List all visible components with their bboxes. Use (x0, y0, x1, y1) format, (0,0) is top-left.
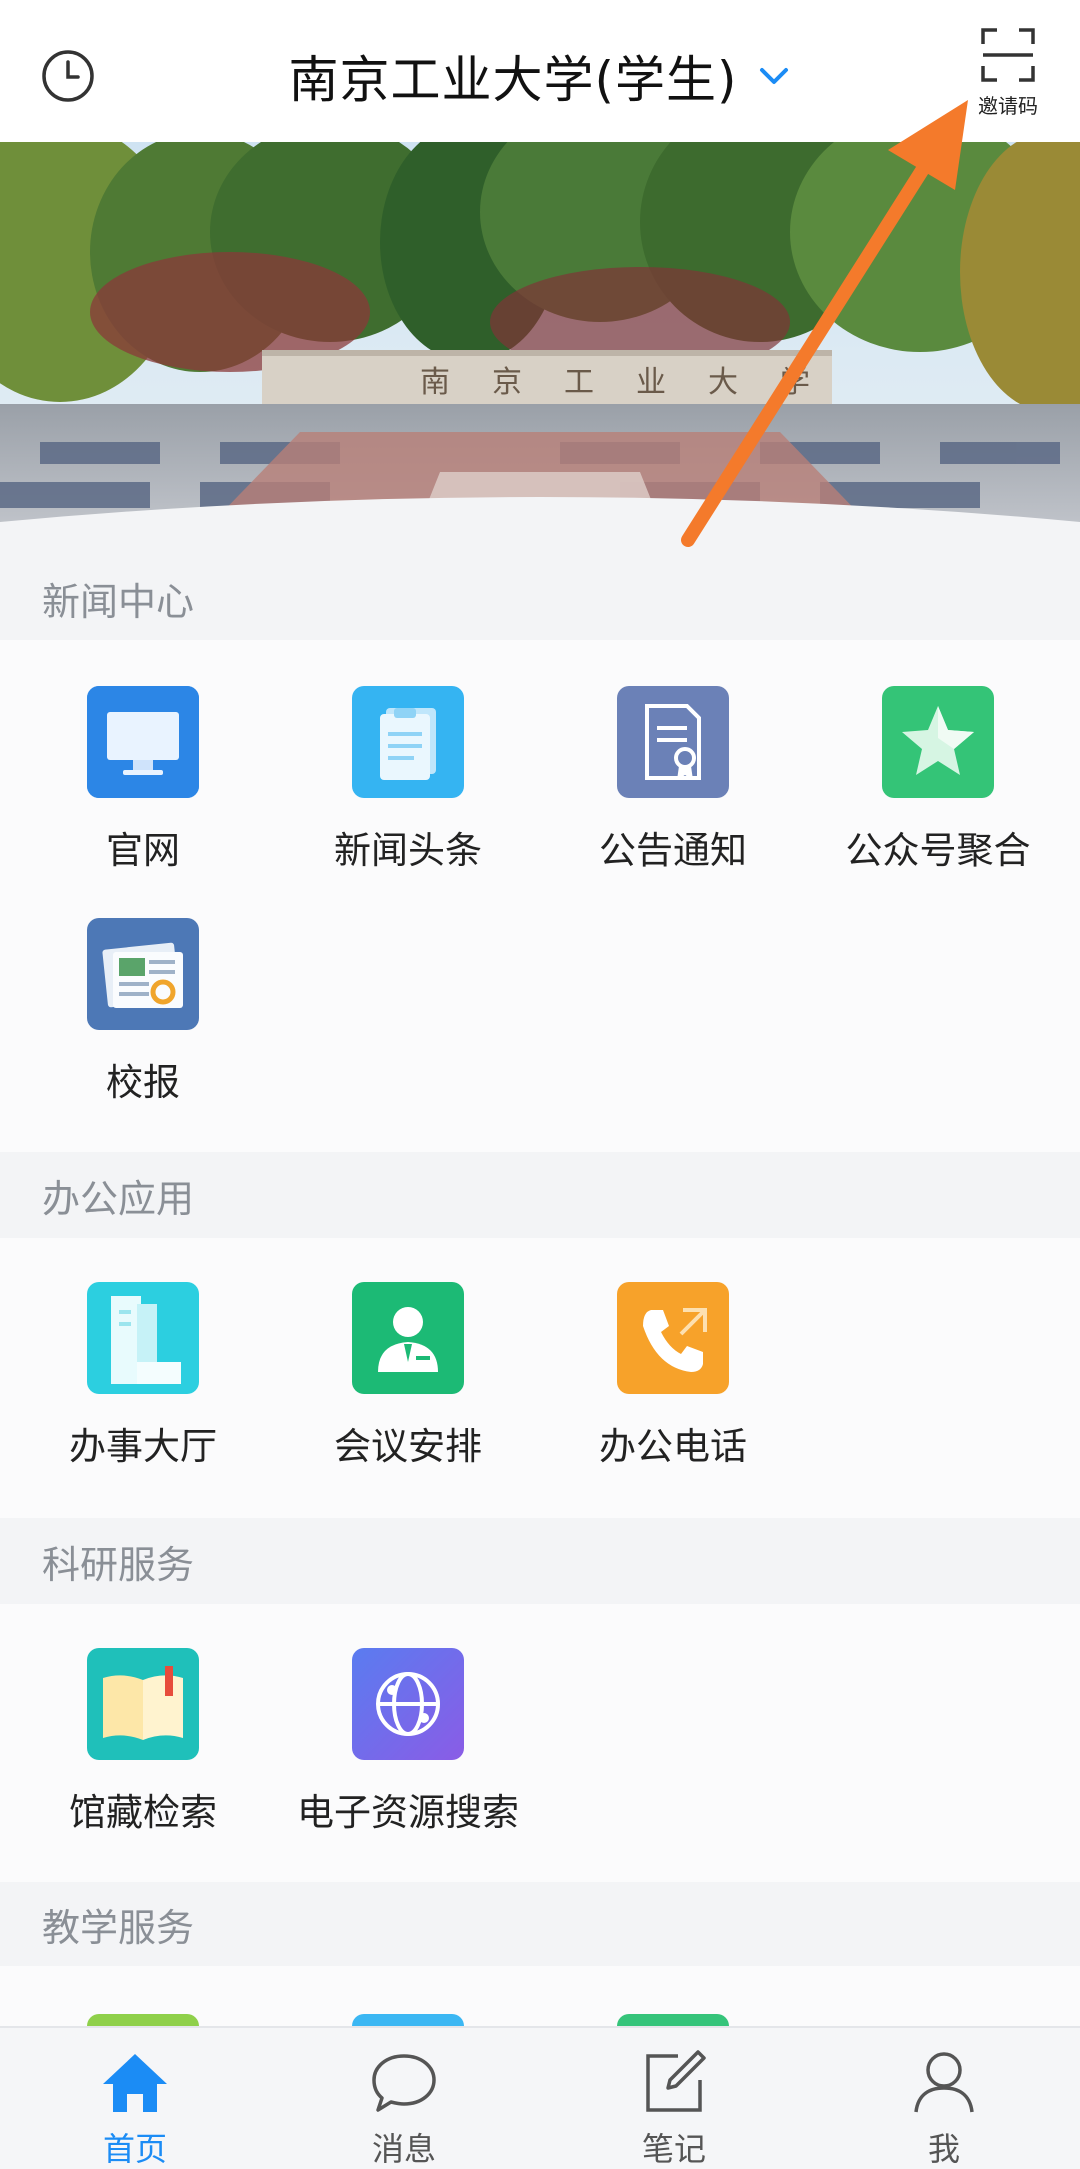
app-label: 办事大厅 (69, 1425, 217, 1468)
app-label: 公告通知 (599, 829, 747, 872)
section-header-news: 新闻中心 (0, 556, 1080, 640)
app-school-newspaper[interactable]: 校报 (13, 918, 273, 1106)
section-header-office: 办公应用 (0, 1152, 1080, 1238)
campus-banner[interactable]: 南京工业大学 (0, 142, 1080, 556)
person-tie-icon (352, 1282, 464, 1394)
teaching-app-grid (0, 1966, 1080, 2026)
edit-note-icon (646, 2050, 706, 2112)
building-icon (87, 1282, 199, 1394)
certificate-icon (617, 686, 729, 798)
app-icon-partial[interactable] (617, 2014, 729, 2026)
bottom-tab-bar: 首页 消息 笔记 我 (0, 2026, 1080, 2169)
clipboard-icon (352, 686, 464, 798)
app-label: 公众号聚合 (845, 829, 1031, 872)
tab-label: 笔记 (641, 2130, 706, 2168)
star-icon (882, 686, 994, 798)
app-announcements[interactable]: 公告通知 (543, 686, 803, 874)
app-official-accounts[interactable]: 公众号聚合 (808, 686, 1068, 874)
chevron-down-icon (759, 68, 788, 84)
monitor-icon (87, 686, 199, 798)
app-label: 会议安排 (334, 1425, 482, 1468)
research-app-grid: 馆藏检索 电子资源搜索 (0, 1604, 1080, 1882)
school-switcher[interactable]: 南京工业大学(学生) (0, 40, 1080, 112)
office-app-grid: 办事大厅 会议安排 办公电话 (0, 1238, 1080, 1518)
app-library-search[interactable]: 馆藏检索 (13, 1648, 273, 1836)
tab-home[interactable]: 首页 (55, 2046, 215, 2169)
app-screen: 南京工业大学(学生) 邀请码 南京工业大学 新闻中心 官网 新闻头条 公告通知 … (0, 0, 1080, 2169)
tab-label: 消息 (371, 2130, 436, 2168)
section-header-teaching: 教学服务 (0, 1882, 1080, 1966)
app-label: 官网 (106, 829, 180, 872)
tab-label: 我 (927, 2130, 960, 2168)
app-icon-partial[interactable] (87, 2014, 199, 2026)
tab-me[interactable]: 我 (864, 2046, 1024, 2169)
section-title: 教学服务 (42, 1905, 195, 1950)
tab-messages[interactable]: 消息 (324, 2046, 484, 2169)
app-label: 馆藏检索 (69, 1791, 217, 1834)
chat-bubble-icon (372, 2054, 436, 2112)
app-label: 电子资源搜索 (297, 1791, 519, 1834)
app-official-site[interactable]: 官网 (13, 686, 273, 874)
section-header-research: 科研服务 (0, 1518, 1080, 1604)
tab-label: 首页 (102, 2130, 167, 2168)
section-title: 办公应用 (42, 1176, 195, 1221)
section-title: 科研服务 (42, 1542, 195, 1587)
book-icon (87, 1648, 199, 1760)
home-icon (103, 2054, 167, 2112)
newspaper-icon (87, 918, 199, 1030)
app-service-hall[interactable]: 办事大厅 (13, 1282, 273, 1470)
scan-frame-icon (981, 28, 1035, 82)
app-label: 新闻头条 (334, 829, 482, 872)
globe-icon (352, 1648, 464, 1760)
user-icon (914, 2052, 974, 2113)
invite-code-button[interactable]: 邀请码 (966, 26, 1050, 126)
section-title: 新闻中心 (42, 579, 195, 624)
app-icon-partial[interactable] (352, 2014, 464, 2026)
top-bar: 南京工业大学(学生) 邀请码 (0, 0, 1080, 142)
news-app-grid: 官网 新闻头条 公告通知 公众号聚合 校报 (0, 640, 1080, 1152)
tab-notes[interactable]: 笔记 (594, 2046, 754, 2169)
app-meeting-schedule[interactable]: 会议安排 (278, 1282, 538, 1470)
page-title: 南京工业大学(学生) (288, 51, 738, 109)
app-label: 办公电话 (599, 1425, 747, 1468)
invite-code-label: 邀请码 (978, 94, 1038, 118)
phone-icon (617, 1282, 729, 1394)
gate-inscription: 南京工业大学 (420, 365, 852, 400)
app-office-phone[interactable]: 办公电话 (543, 1282, 803, 1470)
app-label: 校报 (106, 1061, 180, 1104)
app-e-resource-search[interactable]: 电子资源搜索 (278, 1648, 538, 1836)
app-news-headlines[interactable]: 新闻头条 (278, 686, 538, 874)
